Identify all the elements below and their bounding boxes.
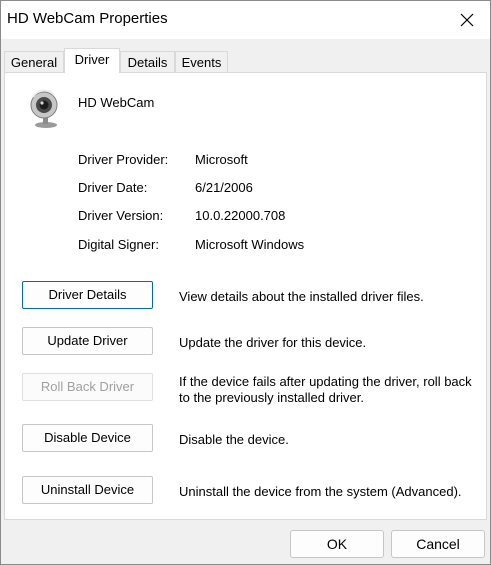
tab-general[interactable]: General [4,51,64,72]
ok-button[interactable]: OK [290,530,384,558]
close-icon [460,13,474,27]
close-button[interactable] [444,1,490,39]
cancel-button[interactable]: Cancel [391,530,485,558]
driver-tab-panel: HD WebCam Driver Provider: Microsoft Dri… [4,72,487,520]
window-title: HD WebCam Properties [7,10,168,27]
tab-driver[interactable]: Driver [64,48,120,73]
properties-dialog: HD WebCam Properties General Driver Deta… [0,0,491,565]
driver-provider-value: Microsoft [195,152,248,167]
tab-events[interactable]: Events [175,51,228,72]
tab-strip: General Driver Details Events [1,39,490,73]
driver-provider-label: Driver Provider: [78,152,169,167]
driver-date-label: Driver Date: [78,180,148,195]
roll-back-driver-description: If the device fails after updating the d… [179,374,472,405]
driver-date-value: 6/21/2006 [195,180,253,195]
update-driver-description: Update the driver for this device. [179,335,367,350]
uninstall-device-button[interactable]: Uninstall Device [22,476,153,504]
roll-back-driver-button[interactable]: Roll Back Driver [22,373,153,401]
digital-signer-value: Microsoft Windows [195,237,305,252]
update-driver-button[interactable]: Update Driver [22,327,153,355]
tab-details[interactable]: Details [120,51,175,72]
driver-details-button[interactable]: Driver Details [22,281,153,309]
dialog-footer: OK Cancel [1,521,490,564]
title-bar: HD WebCam Properties [1,1,490,39]
disable-device-button[interactable]: Disable Device [22,424,153,452]
uninstall-device-description: Uninstall the device from the system (Ad… [179,484,462,499]
webcam-icon [28,89,62,129]
driver-version-label: Driver Version: [78,208,164,223]
disable-device-description: Disable the device. [179,432,289,447]
driver-details-description: View details about the installed driver … [179,289,424,304]
device-name: HD WebCam [78,95,155,110]
digital-signer-label: Digital Signer: [78,237,159,252]
driver-version-value: 10.0.22000.708 [195,208,286,223]
